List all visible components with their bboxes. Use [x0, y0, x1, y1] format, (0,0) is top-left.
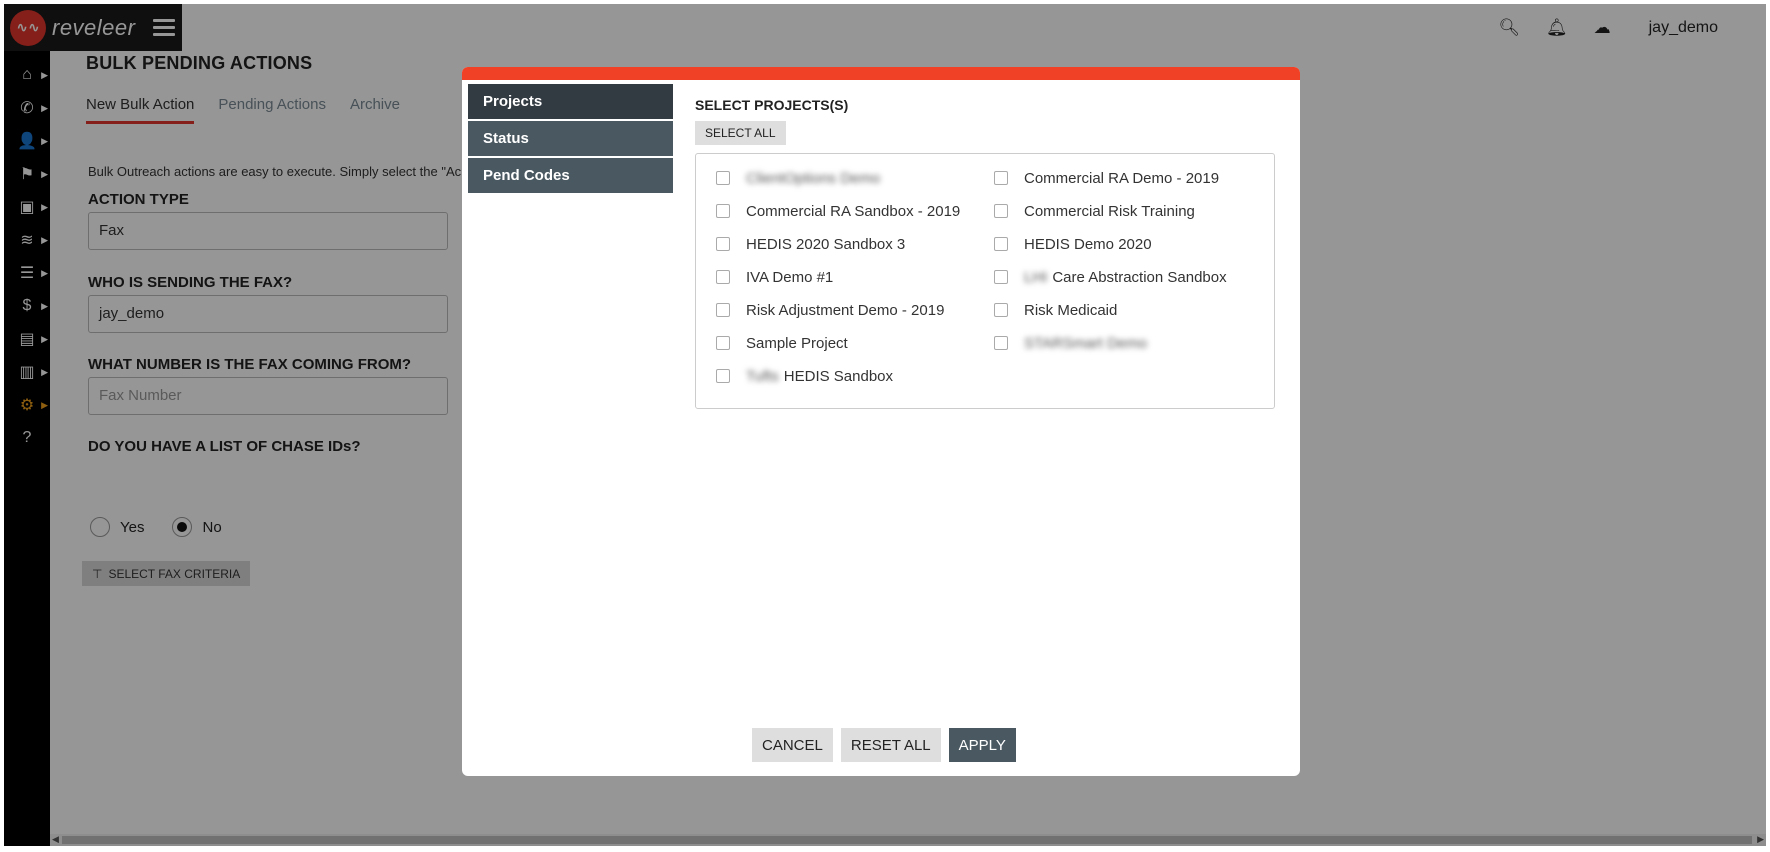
project-label-prefix: LHI [1024, 268, 1048, 286]
project-label: Commercial RA Demo - 2019 [1024, 169, 1220, 187]
modal-nav: Projects Status Pend Codes [468, 84, 673, 195]
project-label: Risk Medicaid [1024, 301, 1118, 319]
project-label: HEDIS Sandbox [783, 367, 894, 385]
project-label: Sample Project [746, 334, 848, 352]
cancel-button[interactable]: CANCEL [752, 728, 833, 762]
project-checkbox[interactable] [716, 204, 730, 218]
project-checkbox[interactable] [994, 270, 1008, 284]
project-item[interactable]: Risk Adjustment Demo - 2019 [716, 300, 994, 320]
modal-header-bar [462, 67, 1300, 80]
project-item[interactable]: LHI Care Abstraction Sandbox [994, 267, 1272, 287]
project-checkbox[interactable] [994, 237, 1008, 251]
project-checkbox[interactable] [994, 336, 1008, 350]
modal-body: SELECT PROJECTS(S) SELECT ALL ClientOpti… [695, 97, 1275, 409]
project-label: HEDIS 2020 Sandbox 3 [746, 235, 906, 253]
project-label: Commercial Risk Training [1024, 202, 1195, 220]
project-label: Care Abstraction Sandbox [1052, 268, 1227, 286]
project-checkbox[interactable] [994, 303, 1008, 317]
project-label: HEDIS Demo 2020 [1024, 235, 1152, 253]
project-item[interactable]: Commercial RA Sandbox - 2019 [716, 201, 994, 221]
project-item[interactable]: STARSmart Demo [994, 333, 1272, 353]
project-item[interactable]: HEDIS 2020 Sandbox 3 [716, 234, 994, 254]
project-checkbox[interactable] [716, 270, 730, 284]
project-item[interactable]: ClientOptions Demo [716, 168, 994, 188]
app-frame: ⌂ ▶ ✆ ▶ 👤 ▶ ⚑ ▶ ▣ ▶ ≋ ▶ ☰ ▶ $ ▶ ▤ ▶ ▥ ▶ ⚙ ▶? ∿∿ reveleer 🔍︎ 🔔… [4, 4, 1766, 846]
project-checkbox[interactable] [716, 369, 730, 383]
project-label: Commercial RA Sandbox - 2019 [746, 202, 961, 220]
project-checkbox[interactable] [716, 237, 730, 251]
select-all-button[interactable]: SELECT ALL [695, 121, 786, 145]
project-checkbox[interactable] [716, 336, 730, 350]
criteria-modal: Projects Status Pend Codes SELECT PROJEC… [462, 67, 1300, 776]
project-checkbox[interactable] [994, 204, 1008, 218]
project-item[interactable]: Commercial RA Demo - 2019 [994, 168, 1272, 188]
modal-footer: CANCEL RESET ALL APPLY [752, 728, 1016, 762]
modal-nav-status[interactable]: Status [468, 121, 673, 156]
projects-grid: ClientOptions Demo Commercial RA Demo - 2… [716, 168, 1274, 386]
project-item[interactable]: Sample Project [716, 333, 994, 353]
project-checkbox[interactable] [716, 303, 730, 317]
project-item[interactable]: IVA Demo #1 [716, 267, 994, 287]
project-checkbox[interactable] [716, 171, 730, 185]
project-item[interactable]: HEDIS Demo 2020 [994, 234, 1272, 254]
modal-nav-pend-codes[interactable]: Pend Codes [468, 158, 673, 193]
project-label: IVA Demo #1 [746, 268, 834, 286]
project-label-prefix: Tufts [746, 367, 779, 385]
project-label: ClientOptions Demo [746, 169, 881, 187]
apply-button[interactable]: APPLY [948, 728, 1016, 762]
projects-list: ClientOptions Demo Commercial RA Demo - 2… [695, 153, 1275, 409]
project-item[interactable]: Risk Medicaid [994, 300, 1272, 320]
modal-nav-projects[interactable]: Projects [468, 84, 673, 119]
project-item[interactable]: Tufts HEDIS Sandbox [716, 366, 994, 386]
project-checkbox[interactable] [994, 171, 1008, 185]
project-label: STARSmart Demo [1024, 334, 1148, 352]
project-label: Risk Adjustment Demo - 2019 [746, 301, 945, 319]
project-item[interactable]: Commercial Risk Training [994, 201, 1272, 221]
select-projects-title: SELECT PROJECTS(S) [695, 97, 849, 113]
reset-all-button[interactable]: RESET ALL [840, 728, 941, 762]
